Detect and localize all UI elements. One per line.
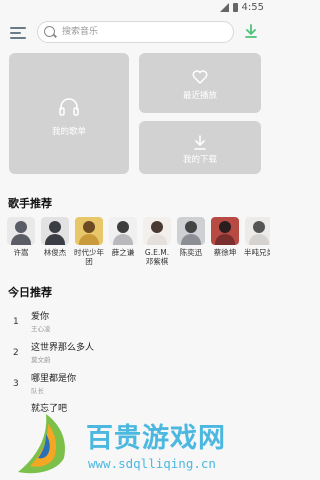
singer-item[interactable]: G.E.M.邓紫棋 (142, 217, 172, 266)
song-row[interactable]: 1 爱你 王心凌 (0, 309, 270, 337)
watermark-text: 百贵游戏网 (86, 423, 226, 454)
recent-play-tile[interactable]: 最近播放 (139, 53, 261, 113)
singer-name: 薛之谦 (111, 248, 135, 257)
battery-icon (232, 3, 238, 12)
my-downloads-label: 我的下载 (182, 155, 217, 165)
header (0, 20, 270, 50)
watermark-logo-icon (18, 414, 66, 474)
singer-item[interactable]: 蔡徐坤 (210, 217, 240, 257)
download-icon (194, 135, 206, 150)
song-artist: 莫文蔚 (31, 356, 51, 364)
avatar (109, 217, 137, 245)
my-playlist-tile[interactable]: 我的歌单 (9, 53, 129, 174)
singer-item[interactable]: 陈奕迅 (176, 217, 206, 257)
avatar (75, 217, 103, 245)
today-section-title: 今日推荐 (8, 286, 52, 299)
heart-icon (192, 70, 208, 84)
singer-name: G.E.M.邓紫棋 (144, 248, 170, 266)
song-artist: 队长 (31, 387, 44, 395)
headphones-icon (59, 98, 79, 116)
song-title: 这世界那么多人 (31, 343, 95, 353)
watermark: 百贵游戏网 www.sdqlliqing.cn (0, 404, 270, 480)
singers-section-title: 歌手推荐 (8, 197, 52, 210)
singers-list: 许嵩 林俊杰 时代少年团 薛之谦 G.E.M.邓紫棋 陈奕迅 蔡徐坤 半吨兄弟 (6, 217, 270, 267)
singer-item[interactable]: 林俊杰 (40, 217, 70, 257)
song-title: 爱你 (31, 312, 50, 322)
song-number: 3 (13, 379, 19, 389)
singer-item[interactable]: 半吨兄弟 (244, 217, 270, 257)
singer-item[interactable]: 时代少年团 (74, 217, 104, 266)
my-playlist-label: 我的歌单 (51, 127, 86, 137)
avatar (245, 217, 270, 245)
avatar (41, 217, 69, 245)
singer-item[interactable]: 许嵩 (6, 217, 36, 257)
watermark-url: www.sdqlliqing.cn (88, 456, 216, 471)
signal-icon (219, 3, 229, 12)
search-input[interactable] (62, 24, 222, 40)
song-number: 1 (13, 317, 19, 327)
singer-name: 陈奕迅 (179, 248, 203, 257)
song-title: 哪里都是你 (31, 374, 77, 384)
recent-play-label: 最近播放 (182, 91, 217, 101)
menu-icon[interactable] (10, 27, 26, 41)
song-row[interactable]: 2 这世界那么多人 莫文蔚 (0, 340, 270, 368)
singer-name: 半吨兄弟 (244, 248, 270, 257)
singer-name: 蔡徐坤 (213, 248, 237, 257)
singer-name: 许嵩 (13, 248, 29, 257)
avatar (143, 217, 171, 245)
avatar (177, 217, 205, 245)
search-bar[interactable] (37, 21, 234, 43)
avatar (7, 217, 35, 245)
status-bar: 4:55 (0, 0, 270, 20)
avatar (211, 217, 239, 245)
download-icon[interactable] (242, 22, 260, 42)
singer-name: 时代少年团 (74, 248, 104, 266)
status-time: 4:55 (241, 2, 264, 13)
song-row[interactable]: 3 哪里都是你 队长 (0, 371, 270, 399)
song-number: 2 (13, 348, 19, 358)
song-artist: 王心凌 (31, 325, 51, 333)
search-icon (44, 26, 55, 37)
singer-name: 林俊杰 (43, 248, 67, 257)
my-downloads-tile[interactable]: 我的下载 (139, 121, 261, 174)
singer-item[interactable]: 薛之谦 (108, 217, 138, 257)
